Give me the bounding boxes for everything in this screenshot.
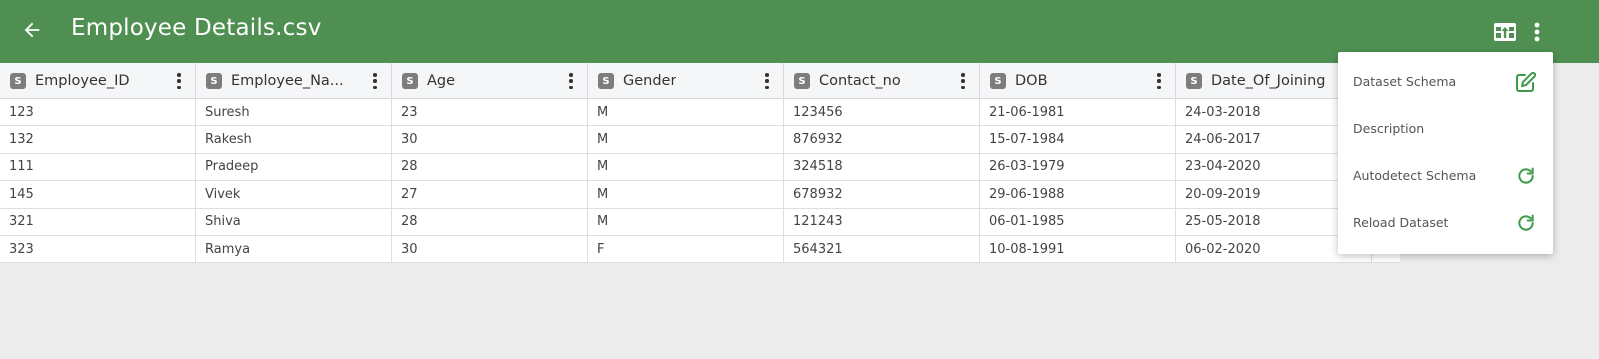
table-row: 321 Shiva 28 M 121243 06-01-1985 25-05-2018: [0, 208, 1400, 236]
table-cell[interactable]: Suresh: [196, 99, 392, 126]
more-vert-icon: [1534, 22, 1540, 42]
table-upload-icon: [1494, 23, 1516, 41]
table-row: 111 Pradeep 28 M 324518 26-03-1979 23-04-2020: [0, 153, 1400, 182]
column-header-label: Age: [427, 73, 456, 89]
menu-item-label: Description: [1353, 121, 1425, 136]
table-cell[interactable]: 323: [0, 235, 196, 263]
column-header-label: Gender: [623, 73, 677, 89]
table-cell[interactable]: 10-08-1991: [980, 235, 1176, 263]
options-menu: Dataset Schema Description Autodetect Sc…: [1338, 52, 1553, 254]
upload-table-button[interactable]: [1492, 19, 1518, 45]
column-menu-icon[interactable]: [567, 73, 575, 89]
column-menu-icon[interactable]: [1155, 73, 1163, 89]
edit-icon[interactable]: [1514, 70, 1538, 94]
table-cell[interactable]: 145: [0, 181, 196, 208]
menu-item-autodetect-schema[interactable]: Autodetect Schema: [1338, 152, 1553, 199]
string-type-icon: S: [206, 73, 222, 89]
column-header[interactable]: S Gender: [588, 63, 784, 99]
table-cell[interactable]: Ramya: [196, 235, 392, 263]
column-header[interactable]: S Age: [392, 63, 588, 99]
table-cell[interactable]: 27: [392, 181, 588, 208]
column-menu-icon[interactable]: [959, 73, 967, 89]
menu-item-description[interactable]: Description: [1338, 105, 1553, 152]
column-header-label: Date_Of_Joining: [1211, 73, 1326, 89]
table-row: 323 Ramya 30 F 564321 10-08-1991 06-02-2020: [0, 235, 1400, 264]
table-cell[interactable]: 30: [392, 126, 588, 153]
menu-item-dataset-schema[interactable]: Dataset Schema: [1338, 58, 1553, 105]
table-cell[interactable]: 111: [0, 153, 196, 181]
column-menu-icon[interactable]: [763, 73, 771, 89]
table-cell[interactable]: 28: [392, 208, 588, 235]
menu-item-label: Reload Dataset: [1353, 215, 1449, 230]
string-type-icon: S: [990, 73, 1006, 89]
table-cell[interactable]: 876932: [784, 126, 980, 153]
string-type-icon: S: [1186, 73, 1202, 89]
string-type-icon: S: [598, 73, 614, 89]
string-type-icon: S: [794, 73, 810, 89]
table-cell[interactable]: 23: [392, 99, 588, 126]
table-cell[interactable]: Vivek: [196, 181, 392, 208]
column-header-label: Employee_Na...: [231, 73, 344, 89]
string-type-icon: S: [10, 73, 26, 89]
table-cell[interactable]: 121243: [784, 208, 980, 235]
table-cell[interactable]: 06-01-1985: [980, 208, 1176, 235]
header-row: S Employee_ID S Employee_Na... S Age S Gender S C…: [0, 63, 1400, 99]
column-header[interactable]: S Contact_no: [784, 63, 980, 99]
column-header[interactable]: S Employee_Na...: [196, 63, 392, 99]
table-row: 132 Rakesh 30 M 876932 15-07-1984 24-06-2017: [0, 126, 1400, 154]
menu-item-reload-dataset[interactable]: Reload Dataset: [1338, 199, 1553, 246]
column-header-label: Employee_ID: [35, 73, 130, 89]
table-cell[interactable]: 26-03-1979: [980, 153, 1176, 181]
table-cell[interactable]: Rakesh: [196, 126, 392, 153]
table-cell[interactable]: 564321: [784, 235, 980, 263]
grid-body: 123 Suresh 23 M 123456 21-06-1981 24-03-2018 13…: [0, 99, 1400, 264]
table-cell[interactable]: 321: [0, 208, 196, 235]
table-cell[interactable]: 132: [0, 126, 196, 153]
table-cell[interactable]: 21-06-1981: [980, 99, 1176, 126]
back-button[interactable]: [18, 16, 46, 44]
table-cell[interactable]: M: [588, 208, 784, 235]
table-cell[interactable]: Pradeep: [196, 153, 392, 181]
table-cell[interactable]: 30: [392, 235, 588, 263]
table-row: 145 Vivek 27 M 678932 29-06-1988 20-09-2019: [0, 181, 1400, 209]
table-cell[interactable]: M: [588, 99, 784, 126]
table-cell[interactable]: 28: [392, 153, 588, 181]
table-cell[interactable]: Shiva: [196, 208, 392, 235]
table-cell[interactable]: 29-06-1988: [980, 181, 1176, 208]
refresh-icon[interactable]: [1514, 164, 1538, 188]
more-options-button[interactable]: [1524, 19, 1550, 45]
column-header[interactable]: S Employee_ID: [0, 63, 196, 99]
column-menu-icon[interactable]: [175, 73, 183, 89]
table-cell[interactable]: 123456: [784, 99, 980, 126]
menu-item-label: Autodetect Schema: [1353, 168, 1477, 183]
table-cell[interactable]: M: [588, 181, 784, 208]
table-cell[interactable]: 123: [0, 99, 196, 126]
column-header-label: DOB: [1015, 73, 1048, 89]
table-cell[interactable]: 15-07-1984: [980, 126, 1176, 153]
table-cell[interactable]: 324518: [784, 153, 980, 181]
column-menu-icon[interactable]: [371, 73, 379, 89]
table-row: 123 Suresh 23 M 123456 21-06-1981 24-03-2018: [0, 99, 1400, 127]
table-cell[interactable]: F: [588, 235, 784, 263]
string-type-icon: S: [402, 73, 418, 89]
column-header[interactable]: S DOB: [980, 63, 1176, 99]
table-cell[interactable]: 678932: [784, 181, 980, 208]
refresh-icon[interactable]: [1514, 211, 1538, 235]
menu-item-label: Dataset Schema: [1353, 74, 1457, 89]
data-grid: S Employee_ID S Employee_Na... S Age S Gender S C…: [0, 63, 1400, 264]
page-title: Employee Details.csv: [71, 15, 322, 41]
table-cell[interactable]: M: [588, 153, 784, 181]
column-header-label: Contact_no: [819, 73, 901, 89]
table-cell[interactable]: M: [588, 126, 784, 153]
arrow-left-icon: [24, 22, 40, 38]
